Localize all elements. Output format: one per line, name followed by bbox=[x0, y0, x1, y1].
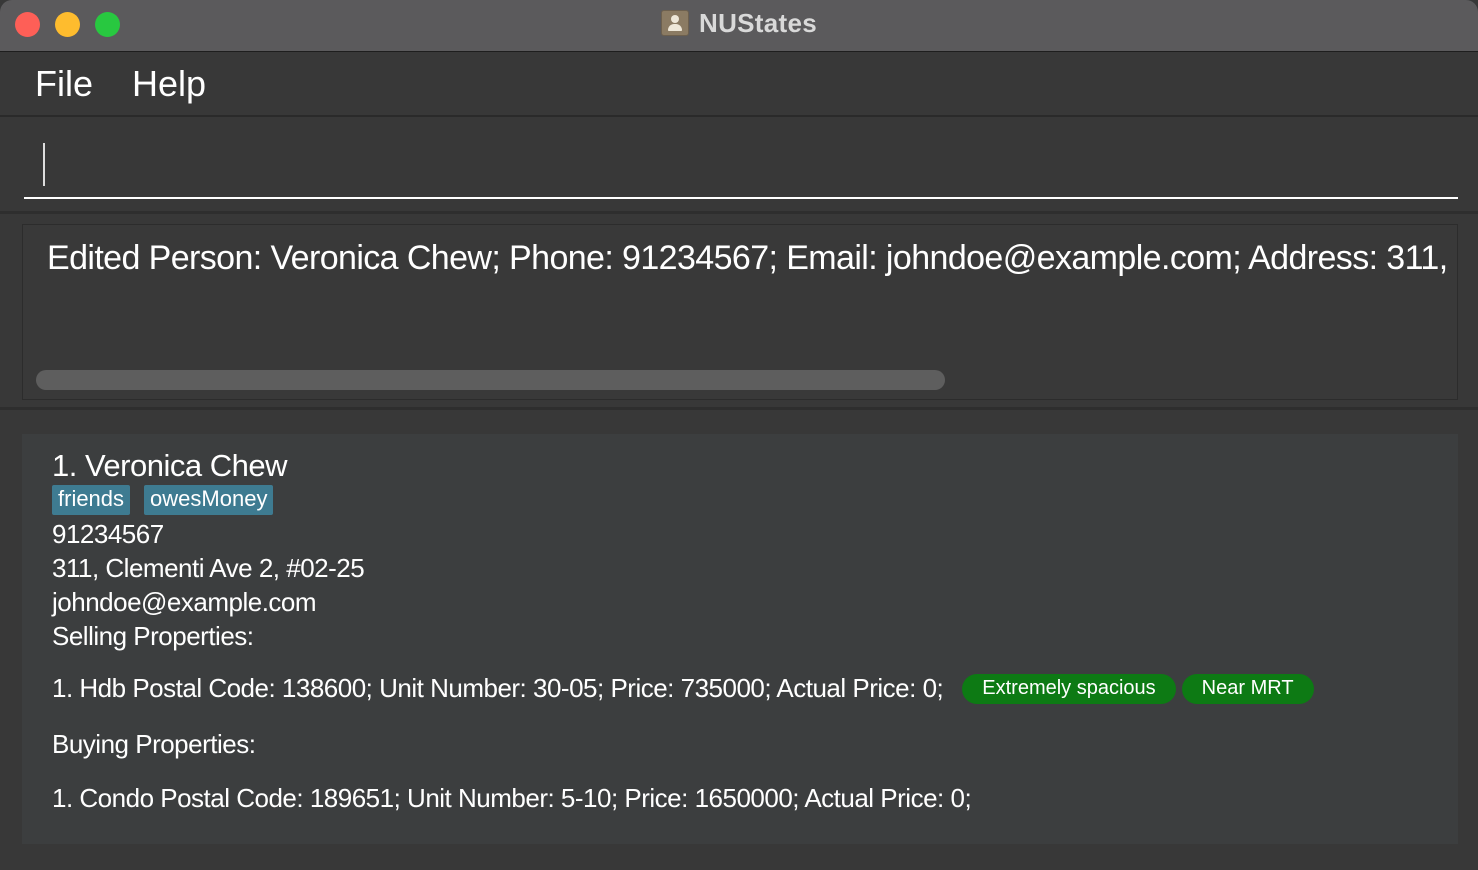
person-phone: 91234567 bbox=[52, 519, 164, 549]
selling-property-details: 1. Hdb Postal Code: 138600; Unit Number:… bbox=[52, 673, 944, 703]
result-message: Edited Person: Veronica Chew; Phone: 912… bbox=[47, 239, 1457, 277]
person-address: 311, Clementi Ave 2, #02-25 bbox=[52, 553, 365, 583]
app-window: NUStates File Help Edited Person: Veroni… bbox=[0, 0, 1478, 870]
person-name: 1. Veronica Chew bbox=[52, 448, 287, 483]
window-title: NUStates bbox=[699, 7, 817, 38]
text-caret bbox=[43, 143, 45, 186]
menu-file[interactable]: File bbox=[35, 63, 93, 105]
title-bar: NUStates bbox=[0, 0, 1478, 52]
command-input[interactable] bbox=[24, 133, 1458, 199]
contacts-book-icon bbox=[661, 10, 689, 36]
window-title-group: NUStates bbox=[0, 0, 1478, 46]
command-box-panel bbox=[0, 119, 1478, 214]
person-email: johndoe@example.com bbox=[52, 587, 317, 617]
person-list-panel: 1. Veronica Chew friends owesMoney 91234… bbox=[0, 413, 1478, 870]
menu-help[interactable]: Help bbox=[132, 63, 206, 105]
property-tag: Near MRT bbox=[1181, 673, 1314, 704]
buying-properties-label: Buying Properties: bbox=[52, 729, 256, 759]
person-tag: friends bbox=[52, 485, 131, 515]
person-tags: friends owesMoney bbox=[52, 485, 274, 515]
property-tags: Extremely spacious Near MRT bbox=[962, 673, 1314, 704]
selling-property-item: 1. Hdb Postal Code: 138600; Unit Number:… bbox=[52, 673, 1314, 704]
result-display-panel: Edited Person: Veronica Chew; Phone: 912… bbox=[0, 216, 1478, 410]
person-tag: owesMoney bbox=[144, 485, 274, 515]
result-display[interactable]: Edited Person: Veronica Chew; Phone: 912… bbox=[22, 224, 1458, 400]
horizontal-scrollbar[interactable] bbox=[36, 370, 945, 390]
menu-bar: File Help bbox=[0, 53, 1478, 117]
property-tag: Extremely spacious bbox=[962, 673, 1176, 704]
person-card[interactable]: 1. Veronica Chew friends owesMoney 91234… bbox=[22, 434, 1458, 844]
buying-property-item: 1. Condo Postal Code: 189651; Unit Numbe… bbox=[52, 783, 972, 813]
selling-properties-label: Selling Properties: bbox=[52, 621, 254, 651]
